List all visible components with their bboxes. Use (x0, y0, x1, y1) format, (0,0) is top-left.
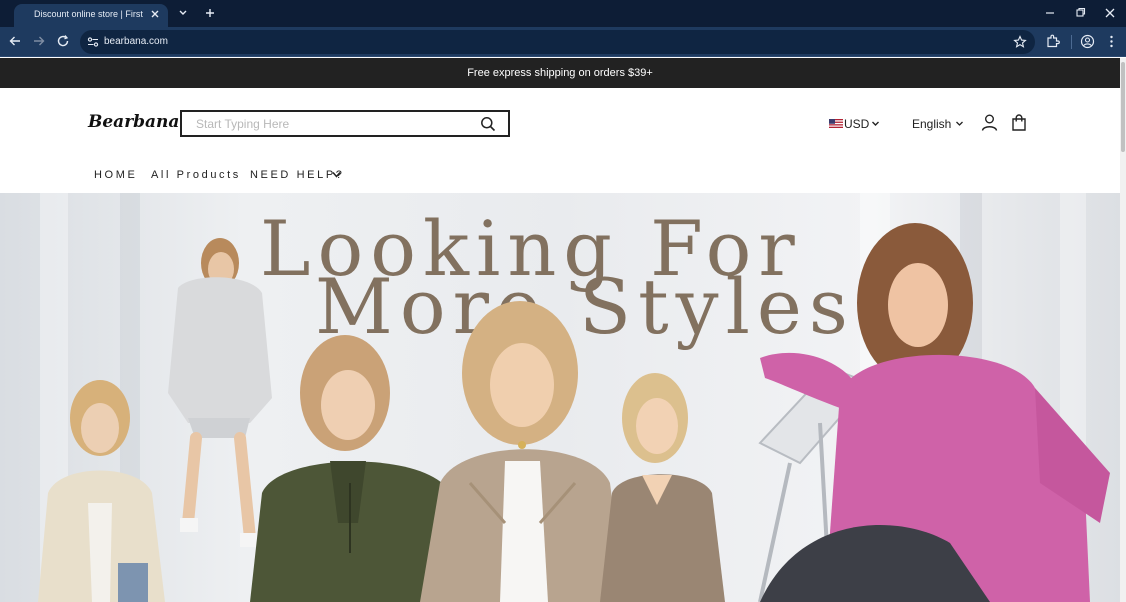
browser-tab-strip: Discount online store | First Ch (0, 0, 1126, 27)
address-bar[interactable]: bearbana.com (80, 30, 1035, 54)
site-info-icon[interactable] (86, 35, 100, 49)
forward-icon[interactable] (32, 34, 46, 48)
reload-icon[interactable] (56, 34, 70, 48)
cart-icon[interactable] (1011, 114, 1027, 131)
tab-list-chevron-icon[interactable] (176, 6, 190, 20)
browser-toolbar: bearbana.com (0, 27, 1126, 57)
restore-icon[interactable] (1072, 6, 1088, 20)
language-label: English (912, 117, 952, 131)
url-text: bearbana.com (104, 36, 168, 47)
account-icon[interactable] (981, 114, 998, 131)
currency-label: USD (844, 117, 870, 131)
tab-close-icon[interactable] (148, 7, 162, 21)
menu-icon[interactable] (1104, 34, 1119, 49)
nav-all-products[interactable]: All Products (151, 169, 241, 181)
toolbar-divider (1071, 35, 1072, 49)
chevron-down-icon[interactable] (332, 170, 341, 179)
search-input[interactable] (182, 112, 472, 135)
new-tab-icon[interactable] (203, 6, 217, 20)
model-tan-jacket (420, 301, 625, 602)
nav-home[interactable]: HOME (94, 169, 137, 181)
site-logo[interactable]: Bearbana (88, 112, 179, 132)
page-scrollbar[interactable] (1120, 58, 1126, 602)
tab-title: Discount online store | First Ch (34, 9, 144, 19)
announcement-bar: Free express shipping on orders $39+ (0, 58, 1120, 88)
close-window-icon[interactable] (1102, 6, 1118, 20)
nav-need-help[interactable]: NEED HELP? (250, 169, 344, 181)
back-icon[interactable] (8, 34, 22, 48)
minimize-icon[interactable] (1042, 6, 1058, 20)
chevron-down-icon (872, 121, 879, 126)
us-flag-icon (829, 119, 843, 128)
model-taupe-sweater (600, 373, 725, 602)
search-icon[interactable] (480, 116, 496, 132)
site-header: Bearbana USD English (0, 88, 1120, 193)
profile-icon[interactable] (1080, 34, 1095, 49)
extensions-icon[interactable] (1045, 34, 1060, 49)
search-box (180, 110, 510, 137)
browser-tab[interactable]: Discount online store | First Ch (14, 4, 168, 27)
star-icon[interactable] (1013, 35, 1027, 49)
model-grey-hoodie (168, 238, 272, 547)
model-cream-jacket (38, 380, 165, 602)
scrollbar-thumb[interactable] (1121, 62, 1125, 152)
chevron-down-icon (956, 121, 963, 126)
hero-banner[interactable]: Looking For More Styles (0, 193, 1120, 602)
hero-models-photo (38, 223, 1110, 602)
